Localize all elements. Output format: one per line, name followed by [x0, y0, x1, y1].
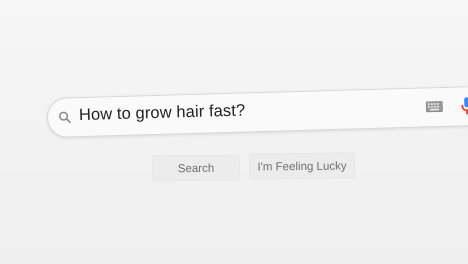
page-background: How to grow hair fast? Search I'm Feelin… — [0, 0, 468, 264]
search-button[interactable]: Search — [151, 154, 241, 182]
keyboard-icon[interactable] — [425, 100, 443, 113]
feeling-lucky-button[interactable]: I'm Feeling Lucky — [248, 152, 356, 180]
search-icon — [59, 111, 71, 124]
microphone-icon[interactable] — [461, 96, 468, 116]
search-box[interactable]: How to grow hair fast? — [46, 85, 468, 138]
search-input[interactable]: How to grow hair fast? — [79, 101, 246, 125]
